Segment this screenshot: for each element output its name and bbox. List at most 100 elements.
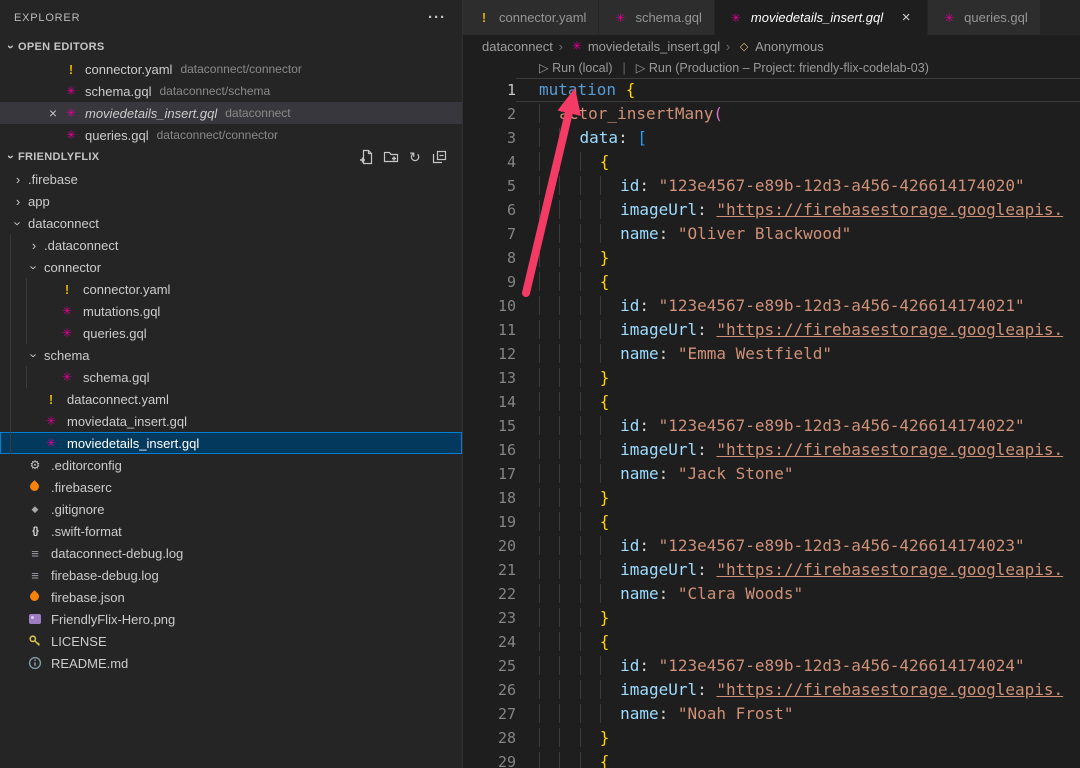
code-line: 19 { bbox=[463, 510, 1080, 534]
code-line: 14 { bbox=[463, 390, 1080, 414]
item-label: dataconnect-debug.log bbox=[51, 546, 183, 561]
code-line: 25 id: "123e4567-e89b-12d3-a456-42661417… bbox=[463, 654, 1080, 678]
item-label: .dataconnect bbox=[44, 238, 118, 253]
chevron-down-icon[interactable]: › bbox=[27, 347, 42, 363]
open-editor-item[interactable]: ✳schema.gqldataconnect/schema bbox=[0, 80, 462, 102]
indent-guide bbox=[26, 300, 42, 322]
warning-icon: ! bbox=[58, 280, 76, 298]
chevron-right-icon[interactable]: › bbox=[10, 194, 26, 209]
run-local-link[interactable]: ▷ Run (local) bbox=[539, 60, 613, 75]
tree-item[interactable]: !connector.yaml bbox=[0, 278, 462, 300]
chevron-right-icon[interactable]: › bbox=[10, 172, 26, 187]
graphql-icon: ✳ bbox=[727, 9, 745, 27]
warning-icon: ! bbox=[42, 390, 60, 408]
graphql-icon: ✳ bbox=[58, 302, 76, 320]
editor-tab[interactable]: ✳queries.gql bbox=[928, 0, 1041, 35]
indent-guide bbox=[559, 704, 579, 723]
new-folder-button[interactable] bbox=[382, 148, 400, 166]
tree-item[interactable]: LICENSE bbox=[0, 630, 462, 652]
indent-guide bbox=[559, 464, 579, 483]
open-editor-item[interactable]: ×✳moviedetails_insert.gqldataconnect bbox=[0, 102, 462, 124]
code-line: 23 } bbox=[463, 606, 1080, 630]
info-icon bbox=[26, 654, 44, 672]
tree-item[interactable]: ✳schema.gql bbox=[0, 366, 462, 388]
codelens-separator: | bbox=[623, 61, 626, 75]
explorer-title: EXPLORER bbox=[14, 12, 80, 24]
code-line: 22 name: "Clara Woods" bbox=[463, 582, 1080, 606]
workspace-section-header[interactable]: › FRIENDLYFLIX ↻ bbox=[0, 146, 462, 168]
indent-guide bbox=[559, 344, 579, 363]
tree-item[interactable]: {}.swift-format bbox=[0, 520, 462, 542]
tree-item[interactable]: .firebaserc bbox=[0, 476, 462, 498]
line-number: 15 bbox=[463, 414, 516, 438]
editor-tab[interactable]: !connector.yaml bbox=[463, 0, 599, 35]
indent-guide bbox=[600, 224, 620, 243]
tree-item[interactable]: ›.dataconnect bbox=[0, 234, 462, 256]
breadcrumb-item[interactable]: dataconnect bbox=[482, 39, 553, 54]
indent-guide bbox=[539, 392, 559, 411]
close-editor-icon[interactable]: × bbox=[44, 105, 62, 121]
tree-item[interactable]: ›dataconnect bbox=[0, 212, 462, 234]
tree-item[interactable]: ◆.gitignore bbox=[0, 498, 462, 520]
file-name: moviedetails_insert.gql bbox=[85, 106, 217, 121]
indent-guide bbox=[600, 440, 620, 459]
editor-tab[interactable]: ✳moviedetails_insert.gql× bbox=[715, 0, 928, 35]
new-file-button[interactable] bbox=[358, 148, 376, 166]
tree-item[interactable]: ≡dataconnect-debug.log bbox=[0, 542, 462, 564]
tree-item[interactable]: README.md bbox=[0, 652, 462, 674]
breadcrumb-item[interactable]: ✳moviedetails_insert.gql bbox=[569, 37, 720, 55]
editor-tab[interactable]: ✳schema.gql bbox=[599, 0, 714, 35]
line-content: { bbox=[516, 750, 1080, 768]
item-label: .swift-format bbox=[51, 524, 122, 539]
indent-guide bbox=[539, 344, 559, 363]
tree-item[interactable]: ✳queries.gql bbox=[0, 322, 462, 344]
breadcrumb-item[interactable]: ◇Anonymous bbox=[736, 37, 824, 55]
tree-item[interactable]: ›app bbox=[0, 190, 462, 212]
open-editor-item[interactable]: !connector.yamldataconnect/connector bbox=[0, 58, 462, 80]
graphql-icon: ✳ bbox=[569, 37, 585, 55]
item-label: mutations.gql bbox=[83, 304, 160, 319]
line-number: 5 bbox=[463, 174, 516, 198]
indent-guide bbox=[580, 680, 600, 699]
line-number: 9 bbox=[463, 270, 516, 294]
collapse-all-button[interactable] bbox=[430, 148, 448, 166]
indent-guide bbox=[580, 200, 600, 219]
line-number: 2 bbox=[463, 102, 516, 126]
tab-close-icon[interactable]: × bbox=[897, 9, 915, 27]
code-editor[interactable]: ▷ Run (local) | ▷ Run (Production – Projec… bbox=[463, 57, 1080, 768]
file-path: dataconnect/schema bbox=[159, 84, 270, 98]
tree-item[interactable]: ✳moviedetails_insert.gql bbox=[0, 432, 462, 454]
tab-label: connector.yaml bbox=[499, 10, 586, 25]
code-line: 8 } bbox=[463, 246, 1080, 270]
graphql-icon: ✳ bbox=[62, 126, 80, 144]
indent-guide bbox=[580, 296, 600, 315]
more-actions-icon[interactable]: ··· bbox=[428, 9, 446, 26]
code-line: 1mutation { bbox=[463, 78, 1080, 102]
tree-item[interactable]: FriendlyFlix-Hero.png bbox=[0, 608, 462, 630]
tree-item[interactable]: ⚙.editorconfig bbox=[0, 454, 462, 476]
tree-item[interactable]: ≡firebase-debug.log bbox=[0, 564, 462, 586]
indent-guide bbox=[600, 656, 620, 675]
line-content: imageUrl: "https://firebasestorage.googl… bbox=[516, 558, 1080, 582]
gear-icon: ⚙ bbox=[26, 456, 44, 474]
chevron-down-icon[interactable]: › bbox=[27, 259, 42, 275]
tree-item[interactable]: ›schema bbox=[0, 344, 462, 366]
run-production-link[interactable]: ▷ Run (Production – Project: friendly-fl… bbox=[636, 60, 929, 75]
tree-item[interactable]: firebase.json bbox=[0, 586, 462, 608]
tree-item[interactable]: ✳ mutations.gql bbox=[0, 300, 462, 322]
line-content: name: "Clara Woods" bbox=[516, 582, 1080, 606]
tree-item[interactable]: ›.firebase bbox=[0, 168, 462, 190]
tree-item[interactable]: ›connector bbox=[0, 256, 462, 278]
open-editors-section-header[interactable]: › OPEN EDITORS bbox=[0, 35, 462, 58]
code-line: 9 { bbox=[463, 270, 1080, 294]
workspace-title: FRIENDLYFLIX bbox=[18, 151, 99, 163]
refresh-button[interactable]: ↻ bbox=[406, 148, 424, 166]
chevron-right-icon[interactable]: › bbox=[26, 238, 42, 253]
tree-item[interactable]: !dataconnect.yaml bbox=[0, 388, 462, 410]
indent-guide bbox=[539, 104, 559, 123]
open-editor-item[interactable]: ✳queries.gqldataconnect/connector bbox=[0, 124, 462, 146]
indent-guide bbox=[10, 234, 26, 256]
tree-item[interactable]: ✳moviedata_insert.gql bbox=[0, 410, 462, 432]
chevron-down-icon[interactable]: › bbox=[11, 215, 26, 231]
indent-guide bbox=[580, 440, 600, 459]
